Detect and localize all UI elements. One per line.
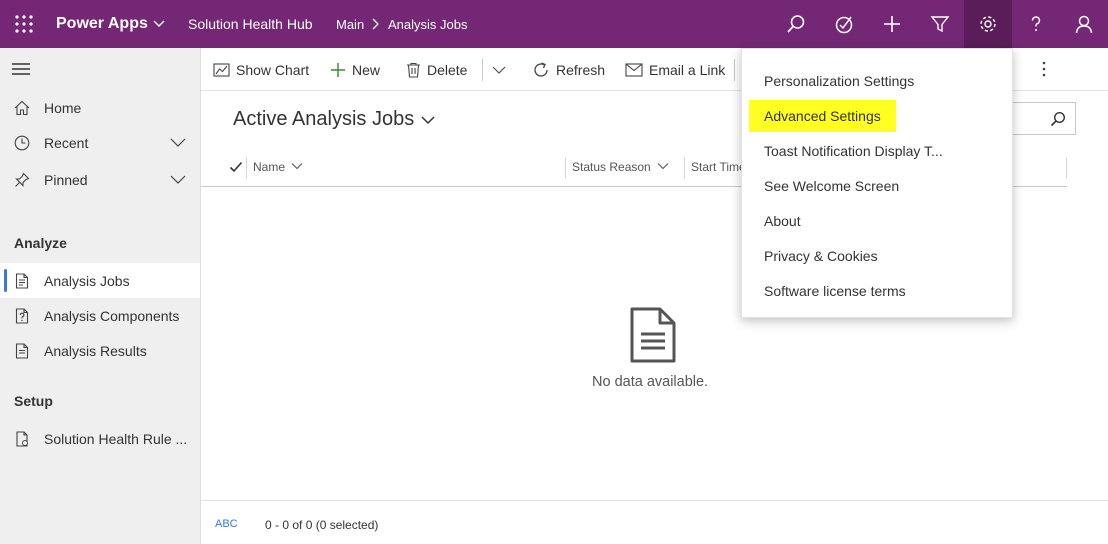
delete-label: Delete — [427, 61, 468, 78]
chevron-down-icon — [291, 160, 303, 174]
more-commands-icon[interactable] — [1036, 60, 1052, 83]
sidebar-item-analysis-results[interactable]: Analysis Results — [0, 333, 200, 368]
column-header-label: Status Reason — [572, 160, 651, 174]
section-analyze: Analyze — [14, 235, 67, 251]
chevron-down-icon[interactable] — [420, 113, 436, 132]
column-divider — [246, 157, 247, 179]
search-icon[interactable] — [772, 0, 820, 48]
column-divider — [1066, 157, 1067, 179]
filter-icon[interactable] — [916, 0, 964, 48]
email-link-label: Email a Link — [649, 61, 726, 78]
new-button[interactable]: New — [330, 48, 380, 91]
sidebar-item-pinned[interactable]: Pinned — [0, 162, 200, 197]
empty-document-icon — [629, 307, 677, 368]
plus-icon[interactable] — [868, 0, 916, 48]
clock-icon — [14, 135, 34, 151]
sidebar-item-label: Analysis Results — [44, 342, 147, 359]
sidebar-item-label: Solution Health Rule ... — [44, 430, 188, 447]
select-all-checkbox[interactable] — [229, 160, 243, 179]
help-icon[interactable] — [1012, 0, 1060, 48]
document-icon — [14, 272, 34, 289]
trash-icon — [406, 62, 421, 78]
column-header-status-reason[interactable]: Status Reason — [572, 160, 669, 174]
sidebar-item-label: Analysis Jobs — [44, 272, 130, 289]
chevron-down-icon[interactable] — [170, 135, 186, 152]
menu-item-about[interactable]: About — [764, 213, 801, 229]
app-name[interactable]: Power Apps — [56, 15, 148, 33]
top-bar: Power Apps Solution Health Hub Main Anal… — [0, 0, 1108, 48]
user-icon[interactable] — [1060, 0, 1108, 48]
waffle-icon[interactable] — [14, 14, 34, 34]
new-label: New — [352, 61, 381, 78]
chevron-right-icon — [370, 17, 382, 36]
column-header-name[interactable]: Name — [253, 160, 303, 174]
show-chart-label: Show Chart — [236, 61, 310, 78]
breadcrumb-page[interactable]: Analysis Jobs — [388, 17, 467, 32]
sidebar-item-solution-health-rules[interactable]: Solution Health Rule ... — [0, 421, 200, 456]
view-title[interactable]: Active Analysis Jobs — [233, 108, 414, 131]
more-options-dropdown[interactable] — [492, 48, 512, 91]
sidebar-item-home[interactable]: Home — [0, 90, 200, 125]
empty-state-text: No data available. — [592, 374, 709, 390]
sidebar-item-label: Analysis Components — [44, 307, 180, 324]
section-setup: Setup — [14, 393, 53, 409]
delete-button[interactable]: Delete — [406, 48, 467, 91]
chevron-down-icon — [492, 63, 506, 77]
menu-item-privacy-cookies[interactable]: Privacy & Cookies — [764, 248, 878, 264]
breadcrumb-main[interactable]: Main — [336, 17, 364, 32]
record-count: 0 - 0 of 0 (0 selected) — [265, 518, 379, 532]
chart-icon — [213, 62, 230, 78]
refresh-label: Refresh — [556, 61, 606, 78]
chevron-down-icon[interactable] — [152, 17, 166, 36]
left-navigation: Home Recent Pinned Analyze Analysis Jobs… — [0, 48, 201, 544]
hub-name[interactable]: Solution Health Hub — [188, 16, 313, 32]
menu-item-see-welcome-screen[interactable]: See Welcome Screen — [764, 178, 899, 194]
divider — [734, 59, 735, 81]
alphabet-filter-link[interactable]: ABC — [215, 518, 238, 530]
settings-icon[interactable] — [964, 0, 1012, 48]
column-header-start-time[interactable]: Start Time — [691, 160, 746, 174]
sidebar-item-analysis-components[interactable]: Analysis Components — [0, 298, 200, 333]
column-header-label: Name — [253, 160, 286, 174]
show-chart-button[interactable]: Show Chart — [213, 48, 309, 91]
email-icon — [625, 62, 643, 77]
document-question-icon — [14, 307, 34, 324]
refresh-button[interactable]: Refresh — [532, 48, 605, 91]
email-link-button[interactable]: Email a Link — [625, 48, 725, 91]
hamburger-menu-icon[interactable] — [12, 62, 30, 81]
sidebar-item-label: Recent — [44, 134, 89, 151]
settings-menu: Personalization Settings Advanced Settin… — [741, 48, 1013, 318]
pin-icon — [14, 172, 34, 188]
column-divider — [565, 157, 566, 179]
sidebar-item-label: Pinned — [44, 171, 88, 188]
menu-item-software-license-terms[interactable]: Software license terms — [764, 283, 906, 299]
chevron-down-icon[interactable] — [170, 172, 186, 189]
column-header-label: Start Time — [691, 160, 746, 174]
rule-icon — [14, 430, 34, 447]
sidebar-item-recent[interactable]: Recent — [0, 125, 200, 160]
chevron-down-icon — [657, 160, 669, 174]
menu-item-advanced-settings[interactable]: Advanced Settings — [749, 100, 896, 132]
menu-item-toast-notification-display[interactable]: Toast Notification Display T... — [764, 143, 943, 159]
search-icon[interactable] — [1050, 111, 1066, 132]
column-divider — [684, 157, 685, 179]
plus-icon — [330, 62, 346, 78]
home-icon — [14, 100, 34, 116]
menu-item-personalization-settings[interactable]: Personalization Settings — [764, 73, 914, 89]
sidebar-item-label: Home — [44, 99, 82, 116]
divider — [482, 59, 483, 81]
sidebar-item-analysis-jobs[interactable]: Analysis Jobs — [0, 263, 200, 298]
refresh-icon — [532, 61, 550, 79]
assistant-icon[interactable] — [820, 0, 868, 48]
document-list-icon — [14, 342, 34, 359]
grid-footer: ABC 0 - 0 of 0 (0 selected) — [201, 500, 1108, 544]
